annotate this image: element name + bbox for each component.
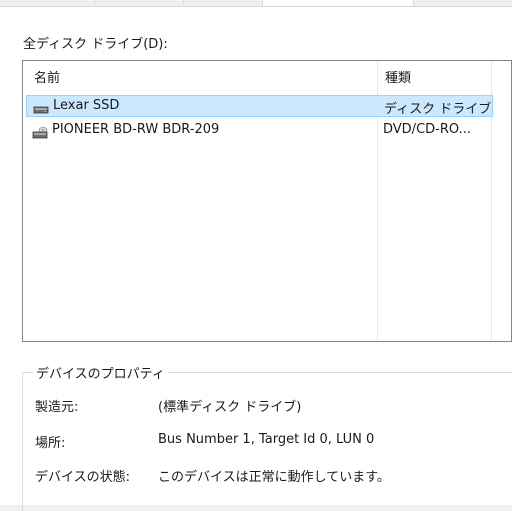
drive-list[interactable]: 名前 種類 Lexar SSD ディスク ドライブ PIONEER BD-RW … (22, 60, 512, 342)
tab-divider (94, 0, 95, 5)
drive-type: DVD/CD-RO... (383, 122, 471, 137)
status-value: このデバイスは正常に動作しています。 (158, 470, 390, 485)
hard-disk-icon (33, 103, 49, 115)
drives-label: 全ディスク ドライブ(D): (23, 37, 168, 52)
location-value: Bus Number 1, Target Id 0, LUN 0 (158, 432, 375, 447)
optical-drive-icon (32, 127, 48, 139)
properties-panel: 全ディスク ドライブ(D): 名前 種類 Lexar SSD ディスク ドライブ (0, 6, 512, 511)
column-header-type[interactable]: 種類 (385, 67, 411, 86)
drive-name: Lexar SSD (53, 98, 120, 113)
drive-row-pioneer-bdrw[interactable]: PIONEER BD-RW BDR-209 DVD/CD-RO... (26, 120, 493, 142)
tab-divider (183, 0, 184, 5)
column-header-name[interactable]: 名前 (34, 67, 60, 86)
drive-row-lexar-ssd[interactable]: Lexar SSD ディスク ドライブ (26, 95, 493, 117)
device-properties-title: デバイスのプロパティ (33, 363, 168, 382)
device-properties-group: デバイスのプロパティ 製造元: (標準ディスク ドライブ) 場所: Bus Nu… (22, 363, 512, 511)
drive-type: ディスク ドライブ (384, 102, 492, 117)
status-label: デバイスの状態: (35, 470, 130, 485)
drive-name: PIONEER BD-RW BDR-209 (52, 122, 220, 137)
manufacturer-value: (標準ディスク ドライブ) (158, 400, 302, 415)
location-label: 場所: (35, 436, 66, 451)
manufacturer-label: 製造元: (35, 400, 79, 415)
